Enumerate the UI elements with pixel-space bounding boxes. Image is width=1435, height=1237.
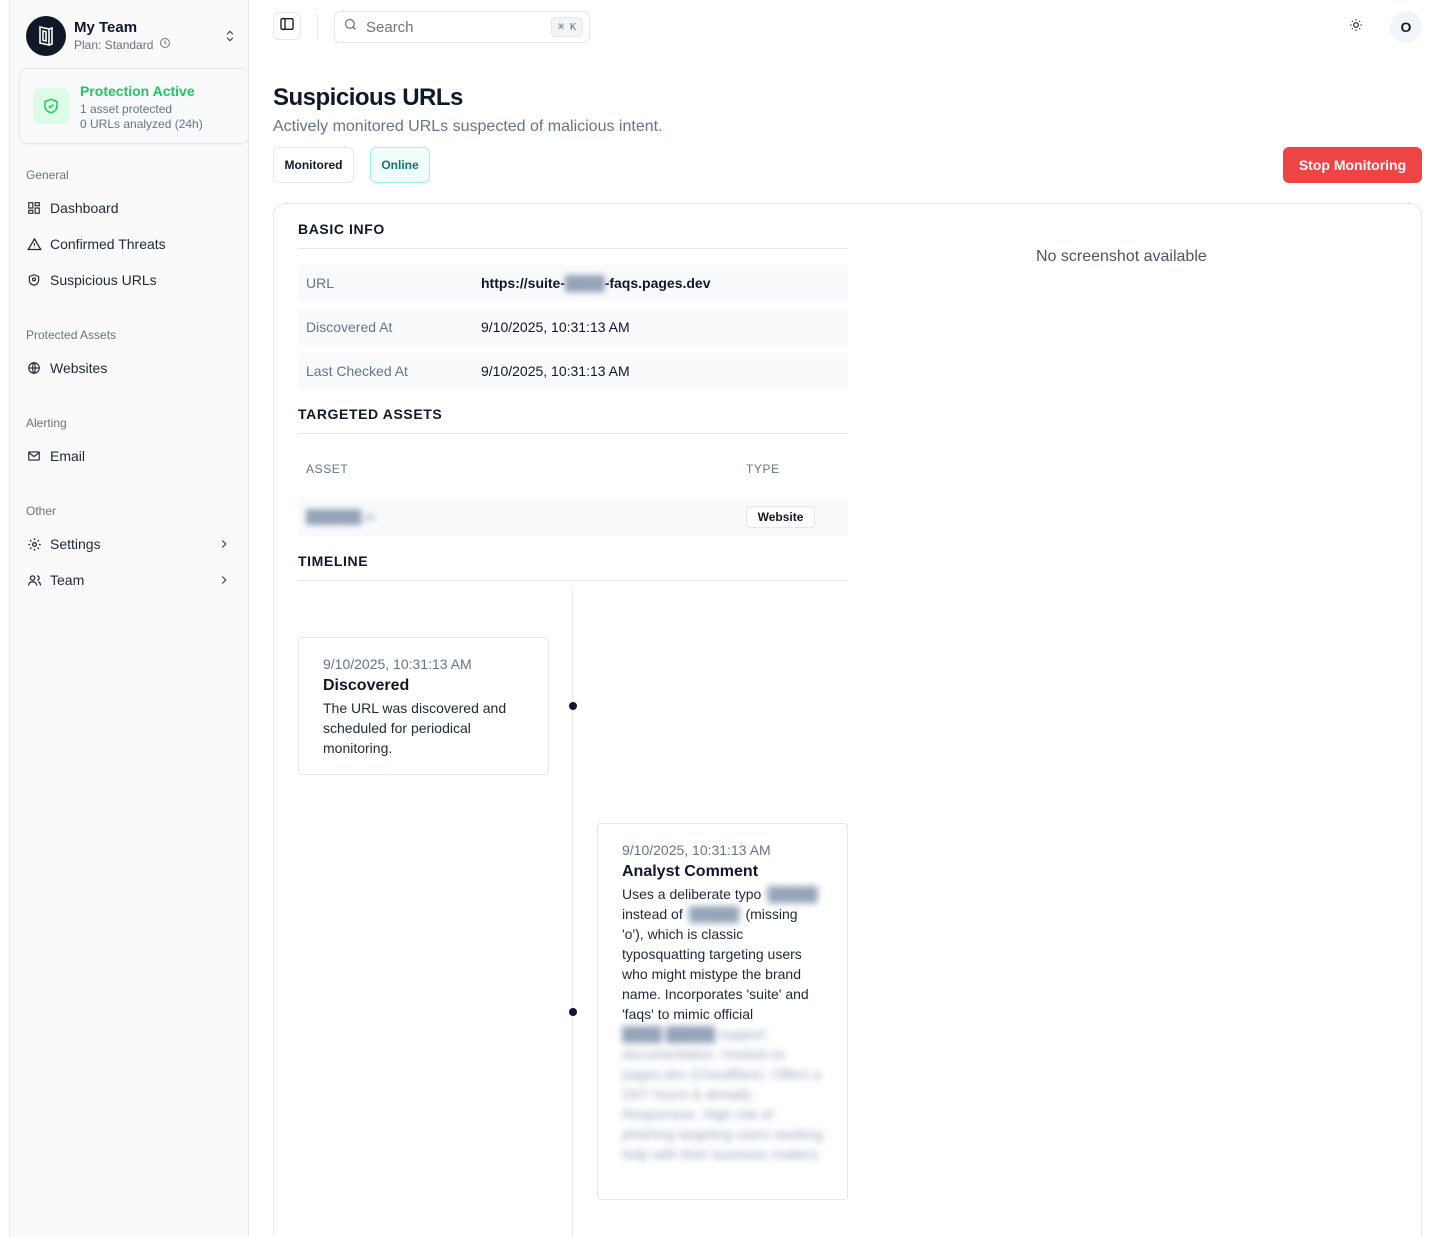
targeted-assets-title: TARGETED ASSETS (298, 406, 443, 422)
team-switcher[interactable]: My Team Plan: Standard (26, 14, 238, 58)
column-header-type: TYPE (746, 462, 780, 476)
chevrons-up-down-icon (222, 28, 238, 44)
event-date: 9/10/2025, 10:31:13 AM (622, 842, 771, 858)
alert-triangle-icon (26, 236, 42, 252)
last-checked-label: Last Checked At (306, 363, 408, 379)
sidebar-item-confirmed-threats[interactable]: Confirmed Threats (26, 232, 232, 256)
users-icon (26, 572, 42, 588)
stop-monitoring-button[interactable]: Stop Monitoring (1283, 147, 1422, 183)
info-row-discovered: Discovered At 9/10/2025, 10:31:13 AM (298, 309, 848, 345)
event-title: Discovered (323, 677, 410, 694)
asset-type-badge: Website (746, 506, 815, 528)
shield-eye-icon (26, 272, 42, 288)
sidebar-item-label: Email (50, 448, 86, 464)
protection-status-card: Protection Active 1 asset protected 0 UR… (19, 68, 249, 144)
sidebar-item-label: Suspicious URLs (50, 272, 157, 288)
timeline-dot (569, 702, 577, 710)
nav-group-alerting: Alerting (26, 416, 67, 430)
event-body: The URL was discovered and scheduled for… (323, 700, 507, 756)
page-subtitle: Actively monitored URLs suspected of mal… (273, 118, 663, 135)
status-badge-online: Online (370, 147, 430, 183)
search-input[interactable]: Search ⌘ K (334, 11, 590, 43)
section-divider (298, 580, 848, 581)
url-value[interactable]: https://suite-████-faqs.pages.dev (481, 275, 711, 291)
discovered-value: 9/10/2025, 10:31:13 AM (481, 319, 630, 335)
sidebar-item-email[interactable]: Email (26, 444, 232, 468)
page-title: Suspicious URLs (273, 84, 463, 111)
timeline-title: TIMELINE (298, 553, 369, 569)
mail-icon (26, 448, 42, 464)
chevron-right-icon (216, 536, 232, 552)
protection-urls: 0 URLs analyzed (24h) (80, 117, 203, 131)
timeline-event-analyst-comment: 9/10/2025, 10:31:13 AM Analyst Comment U… (597, 823, 848, 1200)
team-name: My Team (74, 19, 138, 36)
sidebar-item-label: Team (50, 572, 85, 588)
url-label: URL (306, 275, 335, 291)
user-avatar[interactable]: O (1390, 11, 1422, 43)
last-checked-value: 9/10/2025, 10:31:13 AM (481, 363, 630, 379)
table-row: ██████.io Website (298, 498, 848, 536)
sidebar-item-label: Websites (50, 360, 108, 376)
protection-assets: 1 asset protected (80, 102, 173, 116)
theme-toggle-button[interactable] (1344, 15, 1368, 39)
event-title: Analyst Comment (622, 863, 759, 880)
nav-group-other: Other (26, 504, 57, 518)
sidebar-item-settings[interactable]: Settings (26, 532, 232, 556)
sidebar-item-websites[interactable]: Websites (26, 356, 232, 380)
screenshot-placeholder: No screenshot available (1036, 248, 1207, 265)
sun-icon (1349, 18, 1363, 37)
dashboard-icon (26, 200, 42, 216)
clock-icon (159, 37, 171, 53)
protection-title: Protection Active (80, 83, 195, 99)
timeline-axis (572, 590, 573, 1237)
sidebar-item-label: Dashboard (50, 200, 119, 216)
shield-check-icon (33, 88, 69, 124)
basic-info-title: BASIC INFO (298, 221, 385, 237)
team-logo (26, 16, 66, 56)
sidebar-item-dashboard[interactable]: Dashboard (26, 196, 232, 220)
team-plan: Plan: Standard (74, 38, 154, 52)
sidebar-item-label: Settings (50, 536, 101, 552)
column-header-asset: ASSET (306, 462, 349, 476)
section-divider (298, 248, 848, 249)
sidebar-item-label: Confirmed Threats (50, 236, 166, 252)
section-divider (298, 433, 848, 434)
discovered-label: Discovered At (306, 319, 393, 335)
info-row-last-checked: Last Checked At 9/10/2025, 10:31:13 AM (298, 353, 848, 389)
status-badge-monitored: Monitored (273, 147, 354, 183)
event-date: 9/10/2025, 10:31:13 AM (323, 656, 472, 672)
globe-icon (26, 360, 42, 376)
sidebar-item-suspicious-urls[interactable]: Suspicious URLs (26, 268, 232, 292)
sidebar-item-team[interactable]: Team (26, 568, 232, 592)
chevron-right-icon (216, 572, 232, 588)
nav-group-general: General (26, 168, 69, 182)
event-body: Uses a deliberate typo '█████' instead o… (622, 886, 823, 1162)
asset-name: ██████.io (306, 509, 375, 524)
topbar-divider (317, 14, 318, 40)
search-shortcut: ⌘ K (550, 17, 583, 37)
search-icon (343, 17, 358, 37)
nav-group-protected-assets: Protected Assets (26, 328, 117, 342)
info-row-url: URL https://suite-████-faqs.pages.dev (298, 265, 848, 301)
timeline-dot (569, 1008, 577, 1016)
search-placeholder: Search (366, 18, 414, 36)
timeline-event-discovered: 9/10/2025, 10:31:13 AM Discovered The UR… (298, 637, 549, 775)
gear-icon (26, 536, 42, 552)
panel-left-icon (279, 16, 295, 37)
sidebar: My Team Plan: Standard Protection Active… (9, 0, 249, 1237)
sidebar-toggle-button[interactable] (273, 12, 301, 40)
